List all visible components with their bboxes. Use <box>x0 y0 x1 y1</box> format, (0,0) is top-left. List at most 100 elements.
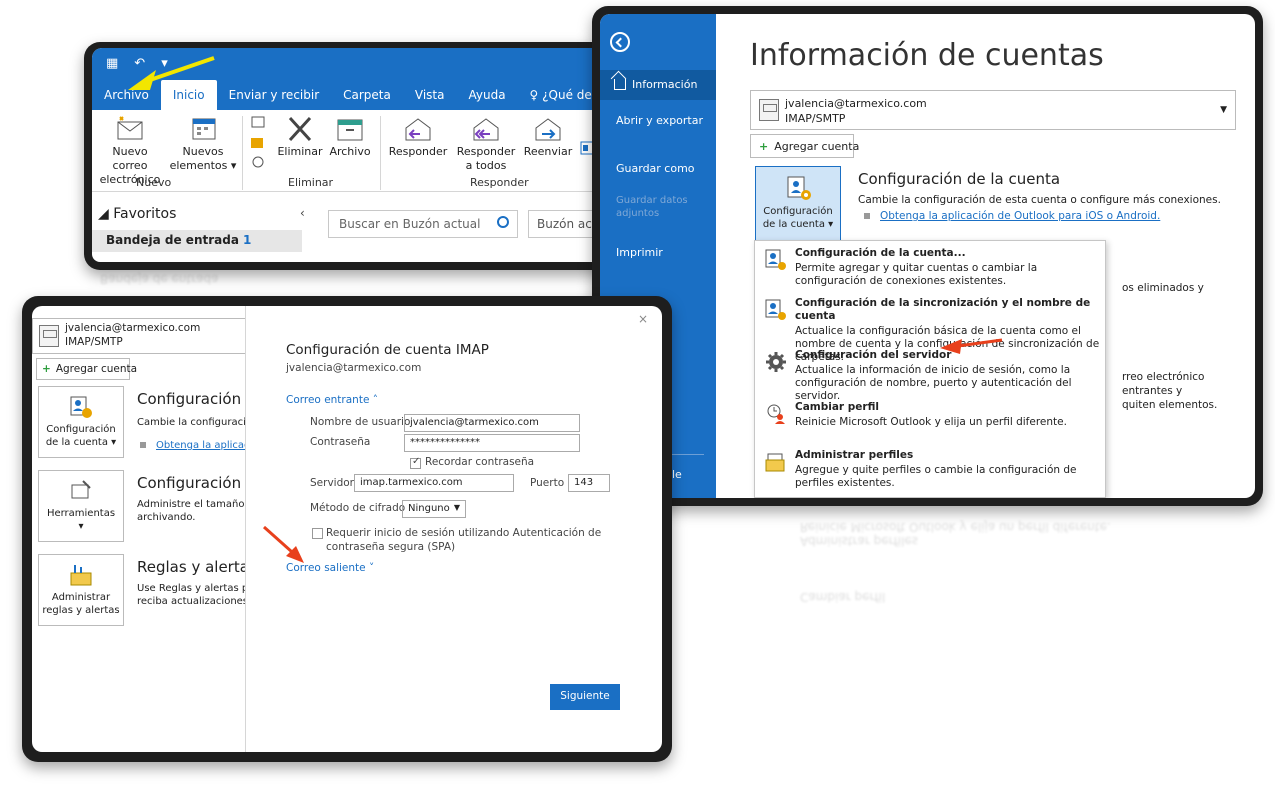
account-settings-icon <box>69 395 93 419</box>
archive-button[interactable]: Archivo <box>326 116 374 159</box>
close-icon[interactable]: × <box>638 312 648 326</box>
archive-icon <box>334 116 366 142</box>
customize-icon[interactable]: ▾ <box>161 56 168 71</box>
tools-section-title: Configuración d <box>137 474 246 492</box>
desc-line: reciba actualizaciones cu <box>137 596 246 607</box>
group-nuevo-label: Nuevo <box>136 176 172 189</box>
delete-x-icon <box>284 116 316 142</box>
sidebar-item-label: Información <box>632 78 698 91</box>
add-account-label: Agregar cuenta <box>774 140 860 153</box>
sync-settings-icon <box>765 299 787 321</box>
ignore-icon[interactable] <box>246 114 272 178</box>
menu-item-manage-profiles[interactable]: Administrar perfiles Agregue y quite per… <box>755 449 1105 490</box>
add-account-button[interactable]: + Agregar cuenta <box>36 358 137 380</box>
background-text-line: rreo electrónico entrantes y <box>1122 371 1205 397</box>
inbox-folder[interactable]: Bandeja de entrada 1 <box>92 230 302 252</box>
ribbon: Nuevo correo electrónico Nuevos elemento… <box>92 110 614 192</box>
tab-inicio[interactable]: Inicio <box>160 80 217 110</box>
reply-all-label: Responder a todos <box>456 145 516 172</box>
background-text: os eliminados y <box>1122 282 1204 294</box>
background-text-line: quiten elementos. <box>1122 399 1218 411</box>
next-button[interactable]: Siguiente <box>550 684 620 710</box>
menu-item-desc: Agregue y quite perfiles o cambie la con… <box>795 464 1077 489</box>
outlook-mobile-link[interactable]: Obtenga la aplicació <box>140 440 245 451</box>
add-account-button[interactable]: + Agregar cuenta <box>750 134 859 158</box>
group-eliminar-label: Eliminar <box>288 176 334 189</box>
server-field[interactable]: imap.tarmexico.com <box>354 474 514 492</box>
account-email: jvalencia@tarmexico.com <box>65 322 201 334</box>
change-profile-icon <box>765 403 787 425</box>
account-settings-icon <box>786 175 812 201</box>
card-label: Herramientas <box>46 508 116 519</box>
server-label: Servidor <box>310 477 354 489</box>
delete-button[interactable]: Eliminar <box>274 116 326 159</box>
reply-all-button[interactable]: Responder a todos <box>454 116 518 173</box>
desc-line: Administre el tamaño de <box>137 499 245 510</box>
undo-icon[interactable]: ↶ <box>134 56 145 71</box>
chevron-down-icon: ˅ <box>368 562 375 574</box>
menu-item-account-settings[interactable]: Configuración de la cuenta... Permite ag… <box>755 247 1105 288</box>
encryption-select[interactable]: Ninguno ▼ <box>402 500 466 518</box>
back-arrow-icon[interactable] <box>610 32 630 52</box>
remember-password-checkbox[interactable] <box>410 456 421 469</box>
account-settings-card[interactable]: Configuración de la cuenta ▾ <box>38 386 124 458</box>
account-settings-button[interactable]: Configuración de la cuenta ▾ <box>755 166 841 242</box>
backstage-window: Información Abrir y exportar Guardar com… <box>592 6 1263 506</box>
menu-item-change-profile[interactable]: Cambiar perfil Reinicie Microsoft Outloo… <box>755 401 1105 429</box>
forward-button[interactable]: Reenviar <box>520 116 576 159</box>
tab-archivo[interactable]: Archivo <box>92 88 161 110</box>
save-icon[interactable]: ▦ <box>106 56 118 71</box>
tab-vista[interactable]: Vista <box>403 88 457 110</box>
card-label: Administrar reglas y alertas <box>42 592 120 616</box>
favorites-label: Favoritos <box>113 206 177 222</box>
username-field[interactable]: jvalencia@tarmexico.com <box>404 414 580 432</box>
account-icon <box>759 99 779 121</box>
tab-carpeta[interactable]: Carpeta <box>331 88 403 110</box>
reply-button[interactable]: Responder <box>386 116 450 159</box>
divider <box>242 116 243 190</box>
account-selector[interactable]: jvalencia@tarmexico.com IMAP/SMTP ▼ <box>750 90 1236 130</box>
reflection: Cambiar perfil <box>800 590 885 604</box>
tab-enviar-recibir[interactable]: Enviar y recibir <box>217 88 332 110</box>
reflection-text: Administrar perfiles <box>800 534 919 548</box>
incoming-mail-toggle[interactable]: Correo entrante ˄ <box>286 394 378 406</box>
tab-ayuda[interactable]: Ayuda <box>456 88 517 110</box>
sidebar-item-informacion[interactable]: Información <box>600 70 716 100</box>
sidebar-item-guardar-como[interactable]: Guardar como <box>600 162 716 175</box>
spa-checkbox[interactable] <box>312 528 323 539</box>
rules-card[interactable]: Administrar reglas y alertas <box>38 554 124 626</box>
dialog-title: Configuración de cuenta IMAP <box>286 342 489 358</box>
password-field[interactable]: ************** <box>404 434 580 452</box>
archive-label: Archivo <box>329 145 371 158</box>
menu-item-title: Cambiar perfil <box>795 401 879 413</box>
account-info-pane: jvalencia@tarmexico.com IMAP/SMTP + Agrega… <box>32 306 246 752</box>
manage-profiles-icon <box>765 451 787 473</box>
menu-item-title: Configuración de la cuenta... <box>795 247 966 259</box>
outgoing-mail-toggle[interactable]: Correo saliente ˅ <box>286 562 374 574</box>
divider <box>380 116 381 190</box>
sidebar-item-imprimir[interactable]: Imprimir <box>600 246 716 259</box>
quick-access-toolbar: ▦ ↶ ▾ <box>92 48 614 78</box>
tools-card[interactable]: Herramientas ▾ <box>38 470 124 542</box>
menu-item-title: Administrar perfiles <box>795 449 914 461</box>
account-selector[interactable]: jvalencia@tarmexico.com IMAP/SMTP <box>32 318 245 354</box>
desc-line: archivando. <box>137 512 196 523</box>
favorites-header[interactable]: ◢ Favoritos <box>98 206 176 222</box>
reflection-text: Reinicie Microsoft Outlook y elija un pe… <box>800 520 1111 534</box>
sidebar-item-guardar-adjuntos: Guardar datos adjuntos <box>616 195 688 219</box>
new-items-button[interactable]: Nuevos elementos ▾ <box>168 116 238 173</box>
outlook-mobile-link[interactable]: Obtenga la aplicación de Outlook para iO… <box>864 210 1160 222</box>
sidebar-item-abrir-exportar[interactable]: Abrir y exportar <box>600 114 716 127</box>
add-account-label: Agregar cuenta <box>55 363 138 375</box>
rules-section-desc: Use Reglas y alertas para reciba actualiz… <box>137 582 246 608</box>
collapse-pane-icon[interactable]: ‹ <box>300 206 305 220</box>
menu-item-server-settings[interactable]: Configuración del servidor Actualice la … <box>755 349 1105 403</box>
plus-icon: + <box>759 140 769 153</box>
chevron-down-icon: ▼ <box>453 503 460 512</box>
lightbulb-icon: ♀ <box>529 88 539 102</box>
search-input[interactable]: Buscar en Buzón actual <box>328 210 518 238</box>
encryption-label: Método de cifrado <box>310 502 406 514</box>
search-icon[interactable] <box>497 216 509 228</box>
port-field[interactable]: 143 <box>568 474 610 492</box>
dialog-email: jvalencia@tarmexico.com <box>286 362 422 374</box>
